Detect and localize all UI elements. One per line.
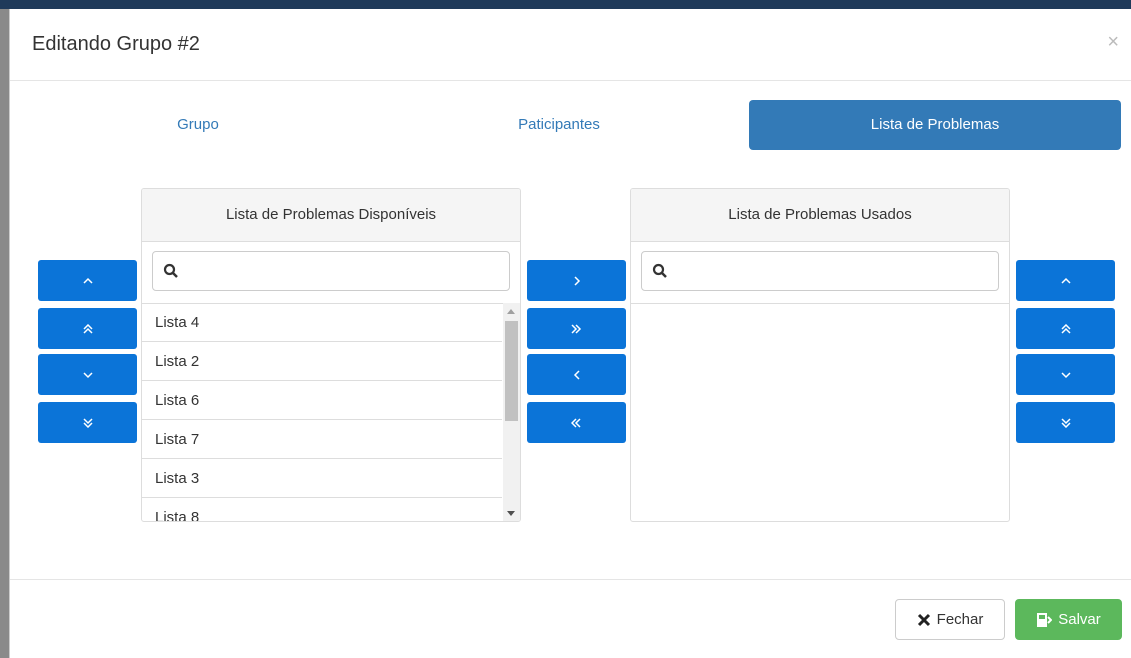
list-item[interactable]: Lista 3 [142, 459, 502, 498]
available-scrollbar[interactable] [503, 303, 520, 521]
available-problems-panel: Lista de Problemas Disponíveis Lista 4 L… [141, 188, 521, 522]
chevron-down-icon [82, 371, 93, 378]
list-item[interactable]: Lista 8 [142, 498, 502, 521]
used-search-area [631, 242, 1009, 304]
save-button-label: Salvar [1058, 611, 1101, 628]
available-problems-list: Lista 4 Lista 2 Lista 6 Lista 7 Lista 3 … [142, 303, 502, 521]
double-chevron-right-icon [571, 323, 582, 334]
scroll-down-icon[interactable] [507, 511, 515, 516]
move-right-button[interactable] [527, 260, 626, 301]
modal-footer-divider [10, 579, 1131, 580]
save-icon [1037, 612, 1053, 627]
used-panel-header: Lista de Problemas Usados [631, 189, 1009, 242]
used-search-input[interactable] [641, 251, 999, 291]
move-down-left-button[interactable] [38, 354, 137, 395]
chevron-up-icon [1060, 277, 1071, 284]
double-chevron-up-icon [1060, 323, 1071, 334]
close-button[interactable]: Fechar [895, 599, 1005, 640]
tab-participantes[interactable]: Paticipantes [386, 100, 732, 150]
chevron-down-icon [1060, 371, 1071, 378]
move-left-button[interactable] [527, 354, 626, 395]
move-bottom-right-button[interactable] [1016, 402, 1115, 443]
move-bottom-left-button[interactable] [38, 402, 137, 443]
available-search-area [142, 242, 520, 304]
backdrop-header [0, 0, 1131, 9]
chevron-up-icon [82, 277, 93, 284]
save-button[interactable]: Salvar [1015, 599, 1122, 640]
list-item[interactable]: Lista 2 [142, 342, 502, 381]
move-all-left-button[interactable] [527, 402, 626, 443]
close-button-label: Fechar [936, 611, 984, 628]
available-panel-header: Lista de Problemas Disponíveis [142, 189, 520, 242]
chevron-right-icon [573, 275, 580, 286]
search-icon [163, 263, 178, 278]
move-down-right-button[interactable] [1016, 354, 1115, 395]
move-up-right-button[interactable] [1016, 260, 1115, 301]
close-icon[interactable]: × [1107, 31, 1119, 54]
double-chevron-up-icon [82, 323, 93, 334]
modal-header: Editando Grupo #2 × [10, 9, 1131, 81]
edit-group-modal: Editando Grupo #2 × Grupo Paticipantes L… [9, 9, 1131, 658]
modal-title: Editando Grupo #2 [32, 33, 200, 55]
double-chevron-down-icon [82, 417, 93, 428]
search-icon [652, 263, 667, 278]
available-search-input[interactable] [152, 251, 510, 291]
move-top-right-button[interactable] [1016, 308, 1115, 349]
scroll-up-icon[interactable] [507, 309, 515, 314]
move-top-left-button[interactable] [38, 308, 137, 349]
scroll-thumb[interactable] [505, 321, 518, 421]
list-item[interactable]: Lista 4 [142, 303, 502, 342]
move-up-left-button[interactable] [38, 260, 137, 301]
tab-lista-de-problemas[interactable]: Lista de Problemas [749, 100, 1121, 150]
list-item[interactable]: Lista 7 [142, 420, 502, 459]
chevron-left-icon [573, 369, 580, 380]
double-chevron-down-icon [1060, 417, 1071, 428]
used-problems-panel: Lista de Problemas Usados [630, 188, 1010, 522]
double-chevron-left-icon [571, 417, 581, 428]
list-item[interactable]: Lista 6 [142, 381, 502, 420]
move-all-right-button[interactable] [527, 308, 626, 349]
tab-grupo[interactable]: Grupo [10, 100, 386, 150]
times-icon [917, 613, 930, 626]
